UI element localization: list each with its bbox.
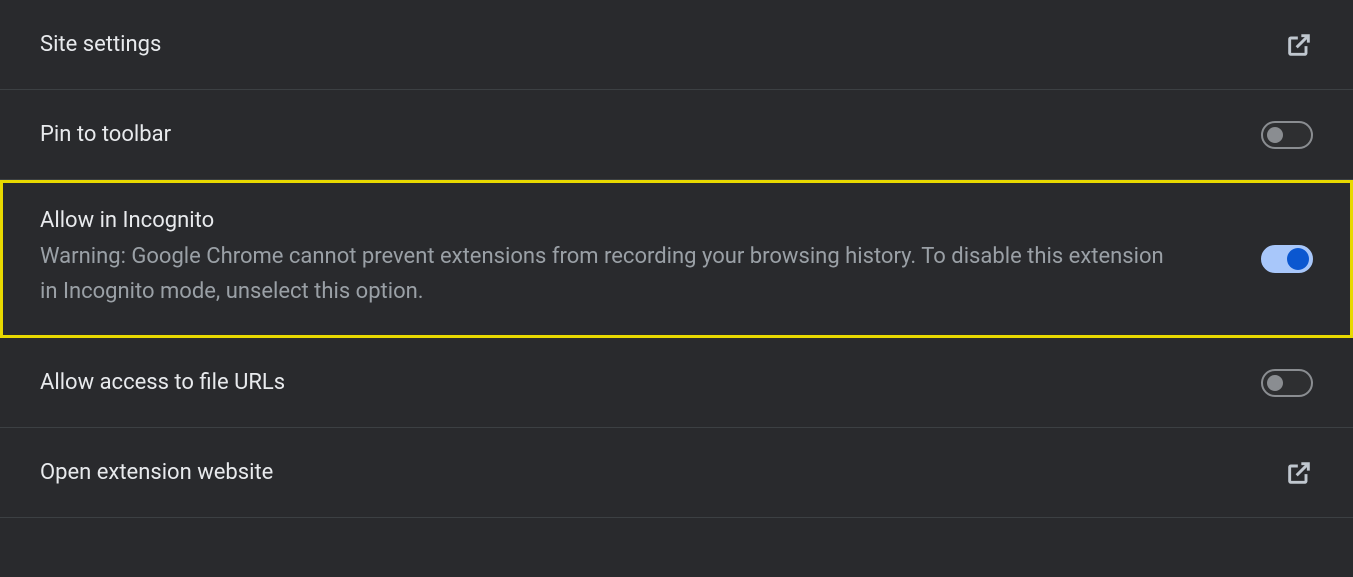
open-website-title: Open extension website bbox=[40, 460, 1245, 485]
text-group: Pin to toolbar bbox=[40, 122, 1261, 147]
control bbox=[1285, 459, 1313, 487]
allow-incognito-description: Warning: Google Chrome cannot prevent ex… bbox=[40, 239, 1180, 309]
row-allow-file-urls: Allow access to file URLs bbox=[0, 338, 1353, 428]
control bbox=[1261, 369, 1313, 397]
row-site-settings[interactable]: Site settings bbox=[0, 0, 1353, 90]
site-settings-title: Site settings bbox=[40, 32, 1245, 57]
text-group: Site settings bbox=[40, 32, 1285, 57]
control bbox=[1261, 245, 1313, 273]
toggle-knob bbox=[1267, 375, 1283, 391]
toggle-knob bbox=[1287, 248, 1309, 270]
row-allow-incognito: Allow in Incognito Warning: Google Chrom… bbox=[0, 180, 1353, 338]
text-group: Allow access to file URLs bbox=[40, 370, 1261, 395]
row-open-extension-website[interactable]: Open extension website bbox=[0, 428, 1353, 518]
settings-list: Site settings Pin to toolbar Allow in In… bbox=[0, 0, 1353, 518]
external-link-icon[interactable] bbox=[1285, 459, 1313, 487]
external-link-icon[interactable] bbox=[1285, 31, 1313, 59]
toggle-knob bbox=[1267, 127, 1283, 143]
text-group: Allow in Incognito Warning: Google Chrom… bbox=[40, 208, 1261, 309]
pin-to-toolbar-title: Pin to toolbar bbox=[40, 122, 1221, 147]
control bbox=[1261, 121, 1313, 149]
allow-incognito-title: Allow in Incognito bbox=[40, 208, 1221, 233]
control bbox=[1285, 31, 1313, 59]
pin-to-toolbar-toggle[interactable] bbox=[1261, 121, 1313, 149]
text-group: Open extension website bbox=[40, 460, 1285, 485]
allow-file-urls-title: Allow access to file URLs bbox=[40, 370, 1221, 395]
allow-incognito-toggle[interactable] bbox=[1261, 245, 1313, 273]
allow-file-urls-toggle[interactable] bbox=[1261, 369, 1313, 397]
row-pin-to-toolbar: Pin to toolbar bbox=[0, 90, 1353, 180]
